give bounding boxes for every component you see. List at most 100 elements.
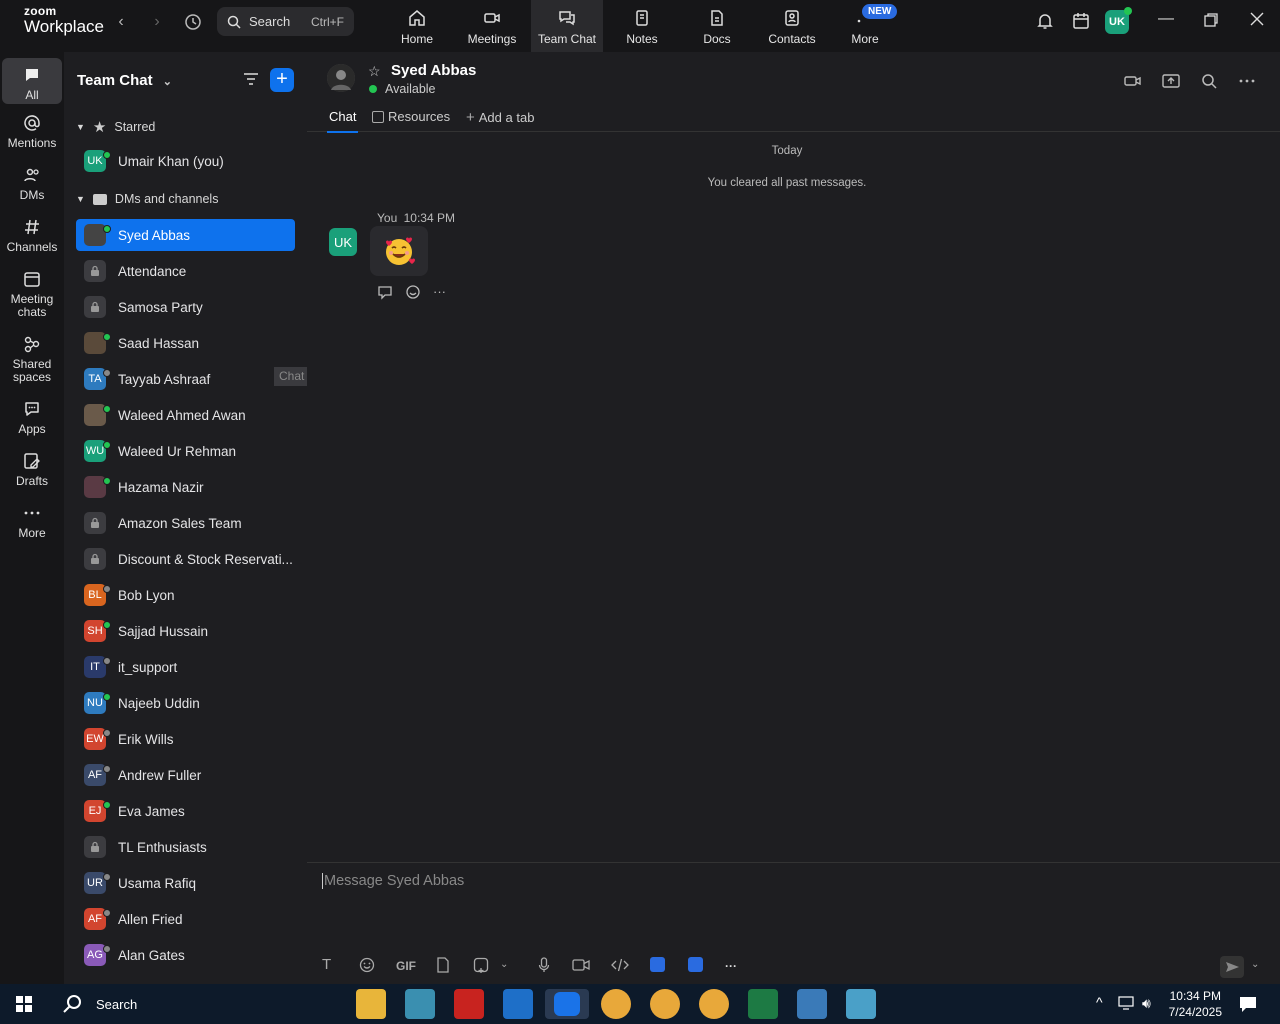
back-arrow-icon[interactable]: ‹ [112, 13, 130, 31]
message-input[interactable]: Message Syed Abbas [322, 873, 464, 889]
zoom-taskbar-icon[interactable] [545, 989, 589, 1019]
list-item[interactable]: Hazama Nazir [76, 471, 295, 503]
rail-item-mentions[interactable]: Mentions [2, 114, 62, 150]
tab-docs[interactable]: Docs [681, 0, 753, 52]
send-options-chevron-icon[interactable]: ⌄ [1251, 959, 1259, 970]
forward-arrow-icon[interactable]: › [148, 13, 166, 31]
tab-home[interactable]: Home [381, 0, 453, 52]
contact-avatar[interactable] [327, 64, 355, 92]
chevron-down-icon: ▼ [76, 194, 85, 204]
sidebar-title[interactable]: Team Chat ⌄ [77, 72, 172, 89]
windows-start-icon[interactable] [16, 996, 32, 1017]
rail-item-channels[interactable]: Channels [2, 218, 62, 254]
microphone-icon[interactable] [538, 957, 550, 976]
list-item[interactable]: IT it_support [76, 651, 295, 683]
filezilla-icon[interactable] [454, 989, 484, 1019]
rail-item-more[interactable]: More [2, 504, 62, 540]
rail-item-all[interactable]: All [2, 58, 62, 104]
chrome-icon[interactable] [650, 989, 680, 1019]
notifications-icon[interactable] [1239, 995, 1257, 1018]
list-item[interactable]: AF Andrew Fuller [76, 759, 295, 791]
list-item[interactable]: Syed Abbas [76, 219, 295, 251]
emoji-icon[interactable] [359, 957, 375, 976]
list-item[interactable]: Waleed Ahmed Awan [76, 399, 295, 431]
more-options-icon[interactable] [1238, 72, 1256, 90]
tray-chevron-up-icon[interactable]: ^ [1096, 994, 1103, 1010]
rail-item-dms[interactable]: DMs [2, 166, 62, 202]
screenshot-icon[interactable] [473, 957, 489, 976]
star-outline-icon[interactable]: ☆ [368, 63, 381, 80]
list-item[interactable]: Discount & Stock Reservati... [76, 543, 295, 575]
rail-item-apps[interactable]: Apps [2, 400, 62, 436]
tab-add-a-tab[interactable]: + Add a tab [466, 109, 534, 126]
app-icon[interactable] [846, 989, 876, 1019]
section-starred[interactable]: ▼ ★ Starred [76, 118, 155, 136]
restore-icon[interactable] [1203, 12, 1219, 33]
list-item[interactable]: NU Najeeb Uddin [76, 687, 295, 719]
gif-button[interactable]: GIF [396, 959, 416, 973]
app-icon[interactable] [405, 989, 435, 1019]
list-item[interactable]: UK Umair Khan (you) [76, 145, 295, 177]
zoom-app-icon[interactable] [688, 957, 703, 975]
calculator-icon[interactable] [797, 989, 827, 1019]
tab-team-chat[interactable]: Team Chat [531, 0, 603, 52]
outlook-icon[interactable] [503, 989, 533, 1019]
tab-resources[interactable]: Resources [372, 109, 450, 124]
filter-icon[interactable] [242, 70, 260, 93]
code-snippet-icon[interactable] [611, 957, 629, 976]
section-dms-and-channels[interactable]: ▼ DMs and channels [76, 192, 218, 206]
volume-icon[interactable]: 🔊︎ [1142, 995, 1151, 1012]
app-integration-icon[interactable] [650, 957, 665, 975]
tab-chat[interactable]: Chat [326, 109, 359, 133]
taskbar-clock[interactable]: 10:34 PM 7/24/2025 [1169, 988, 1222, 1020]
list-item[interactable]: Samosa Party [76, 291, 295, 323]
minimize-icon[interactable]: — [1158, 10, 1174, 28]
message-avatar[interactable]: UK [329, 228, 357, 256]
calendar-icon[interactable] [1072, 12, 1090, 35]
list-item[interactable]: Saad Hassan [76, 327, 295, 359]
list-item[interactable]: Attendance [76, 255, 295, 287]
tab-contacts[interactable]: Contacts [756, 0, 828, 52]
list-item[interactable]: Amazon Sales Team [76, 507, 295, 539]
list-item[interactable]: TL Enthusiasts [76, 831, 295, 863]
excel-icon[interactable] [748, 989, 778, 1019]
list-item[interactable]: WU Waleed Ur Rehman [76, 435, 295, 467]
tab-notes[interactable]: Notes [606, 0, 678, 52]
composer-more-icon[interactable]: ··· [725, 959, 737, 973]
taskbar-search[interactable]: Search [52, 984, 137, 1024]
close-icon[interactable] [1250, 12, 1264, 31]
message-more-icon[interactable]: ··· [433, 284, 446, 303]
list-item[interactable]: AG Alan Gates [76, 939, 295, 971]
send-button[interactable] [1220, 956, 1244, 978]
screenshot-options-chevron-icon[interactable]: ⌄ [500, 959, 508, 970]
share-screen-icon[interactable] [1162, 72, 1180, 90]
video-call-icon[interactable] [1124, 72, 1142, 90]
global-search-box[interactable]: Search Ctrl+F [217, 7, 354, 36]
rail-item-shared-spaces[interactable]: Shared spaces [2, 335, 62, 384]
list-item[interactable]: EJ Eva James [76, 795, 295, 827]
rail-item-meeting-chats[interactable]: Meeting chats [2, 270, 62, 319]
text-format-icon[interactable]: T [322, 956, 331, 973]
reply-icon[interactable] [377, 284, 393, 303]
message-bubble[interactable] [370, 226, 428, 276]
add-reaction-icon[interactable] [405, 284, 421, 303]
video-message-icon[interactable] [572, 958, 590, 975]
bell-icon[interactable] [1036, 12, 1054, 35]
chrome-icon[interactable] [601, 989, 631, 1019]
file-explorer-icon[interactable] [356, 989, 386, 1019]
tab-meetings[interactable]: Meetings [456, 0, 528, 52]
search-icon[interactable] [1200, 72, 1218, 90]
new-chat-button[interactable]: + [270, 68, 294, 92]
smiling-face-with-hearts-emoji-icon [386, 237, 415, 265]
list-item[interactable]: SH Sajjad Hussain [76, 615, 295, 647]
list-item[interactable]: EW Erik Wills [76, 723, 295, 755]
list-item[interactable]: UR Usama Rafiq [76, 867, 295, 899]
network-icon[interactable] [1118, 996, 1134, 1015]
rail-item-drafts[interactable]: Drafts [2, 452, 62, 488]
history-icon[interactable] [184, 13, 202, 31]
file-icon[interactable] [436, 957, 450, 976]
list-item[interactable]: AF Allen Fried [76, 903, 295, 935]
chrome-icon[interactable] [699, 989, 729, 1019]
list-item[interactable]: TA Tayyab Ashraaf [76, 363, 295, 395]
list-item[interactable]: BL Bob Lyon [76, 579, 295, 611]
